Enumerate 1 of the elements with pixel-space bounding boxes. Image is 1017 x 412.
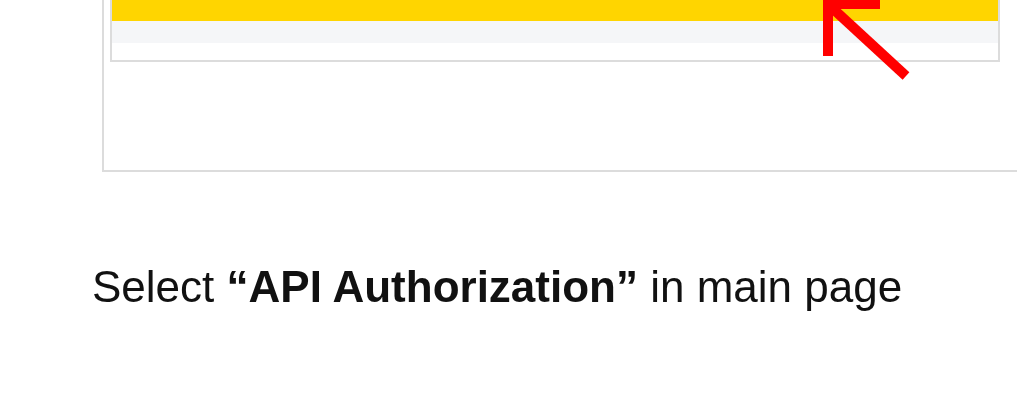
step-instruction: Select “API Authorization” in main page: [92, 261, 904, 313]
